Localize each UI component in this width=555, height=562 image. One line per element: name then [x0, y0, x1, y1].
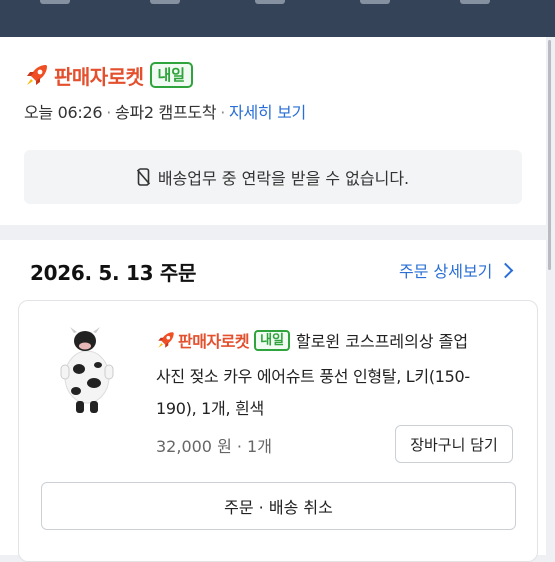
- product-thumbnail[interactable]: [52, 325, 122, 415]
- notice-text: 배송업무 중 연락을 받을 수 없습니다.: [157, 169, 410, 188]
- item-title-2[interactable]: 사진 젖소 카우 에어슈트 풍선 인형탈, L키(150-: [156, 363, 470, 387]
- nav-tab-fragment[interactable]: [460, 0, 490, 4]
- nav-tab-fragment[interactable]: [150, 0, 180, 4]
- delivery-location: 송파2 캠프도착: [115, 103, 217, 122]
- no-contact-notice: 배송업무 중 연락을 받을 수 없습니다.: [24, 150, 522, 204]
- delivery-info-row: 오늘 06:26 · 송파2 캠프도착 · 자세히 보기: [24, 103, 306, 122]
- item-day-badge: 내일: [254, 329, 291, 351]
- add-to-cart-button[interactable]: 장바구니 담기: [395, 425, 513, 463]
- rocket-icon: [27, 65, 47, 85]
- item-title-3[interactable]: 190), 1개, 흰색: [156, 395, 264, 419]
- nav-tab-fragment[interactable]: [40, 0, 70, 4]
- nav-tab-fragment[interactable]: [360, 0, 390, 4]
- nav-tab-fragment[interactable]: [255, 0, 285, 4]
- delivery-day-badge: 내일: [149, 62, 194, 88]
- item-title-1[interactable]: 할로윈 코스프레의상 졸업: [296, 328, 468, 352]
- order-detail-link-label[interactable]: 주문 상세보기: [399, 258, 492, 282]
- order-detail-link[interactable]: 주문 상세보기: [399, 258, 514, 282]
- item-title-line[interactable]: 판매자로켓 내일 할로윈 코스프레의상 졸업: [156, 328, 468, 352]
- delivery-detail-link[interactable]: 자세히 보기: [229, 103, 306, 122]
- phone-off-icon: [136, 168, 150, 186]
- cancel-order-button[interactable]: 주문 · 배송 취소: [41, 482, 516, 530]
- delivery-time: 오늘 06:26: [24, 103, 103, 122]
- item-price: 32,000 원 · 1개: [156, 437, 272, 456]
- scrollbar[interactable]: [548, 40, 551, 270]
- top-nav-bar: [0, 0, 555, 37]
- delivery-brand-row: 판매자로켓 내일: [24, 62, 194, 89]
- order-date: 2026. 5. 13 주문: [30, 261, 197, 285]
- item-brand-label: 판매자로켓: [178, 332, 250, 351]
- chevron-right-icon: [498, 262, 514, 278]
- rocket-icon: [158, 332, 174, 348]
- rocket-brand-label: 판매자로켓: [54, 64, 144, 89]
